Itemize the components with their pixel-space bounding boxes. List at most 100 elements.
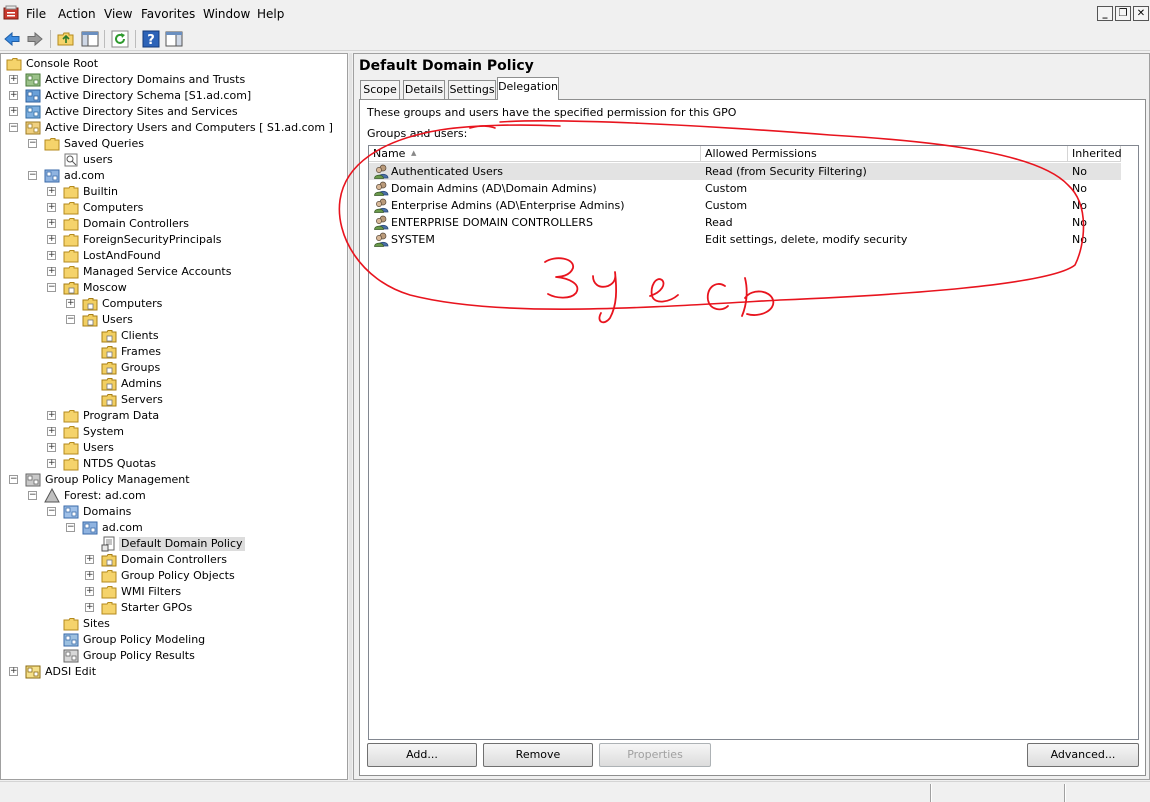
tree-node-sites[interactable]: Sites (1, 616, 341, 632)
permission-row[interactable]: SYSTEM Edit settings, delete, modify secu… (369, 231, 1121, 248)
menu-window[interactable]: Window (203, 7, 250, 21)
expand-icon[interactable]: + (9, 107, 18, 116)
tree-node-servers[interactable]: Servers (1, 392, 341, 408)
expand-icon[interactable]: + (47, 203, 56, 212)
close-button[interactable]: ✕ (1133, 6, 1149, 21)
tab-details[interactable]: Details (403, 80, 445, 99)
minimize-button[interactable]: _ (1097, 6, 1113, 21)
tree-node-managed-service-accounts[interactable]: + Managed Service Accounts (1, 264, 341, 280)
tree-node-ad-com[interactable]: − ad.com (1, 168, 341, 184)
refresh-icon[interactable] (111, 30, 129, 48)
collapse-icon[interactable]: − (28, 491, 37, 500)
tree-node-active-directory-sites-and-services[interactable]: + Active Directory Sites and Services (1, 104, 341, 120)
menu-file[interactable]: File (26, 7, 46, 21)
remove-button[interactable]: Remove (483, 743, 593, 767)
expand-icon[interactable]: + (47, 411, 56, 420)
column-header-name[interactable]: Name ▲ (369, 146, 701, 162)
tab-delegation[interactable]: Delegation (497, 77, 559, 100)
tree-node-active-directory-users-and-computers-s1-ad-com[interactable]: − Active Directory Users and Computers [ … (1, 120, 341, 136)
mmc-app-icon[interactable] (3, 5, 19, 21)
help-icon[interactable]: ? (142, 30, 160, 48)
collapse-icon[interactable]: − (66, 523, 75, 532)
tree-node-default-domain-policy[interactable]: Default Domain Policy (1, 536, 341, 552)
show-hide-tree-icon[interactable] (81, 30, 99, 48)
expand-icon[interactable]: + (85, 571, 94, 580)
collapse-icon[interactable]: − (9, 475, 18, 484)
tree-node-lostandfound[interactable]: + LostAndFound (1, 248, 341, 264)
tree-node-wmi-filters[interactable]: + WMI Filters (1, 584, 341, 600)
tree-node-users[interactable]: + Users (1, 440, 341, 456)
expand-icon[interactable]: + (47, 187, 56, 196)
tree-node-active-directory-schema-s1-ad-com[interactable]: + Active Directory Schema [S1.ad.com] (1, 88, 341, 104)
tree-node-group-policy-management[interactable]: − Group Policy Management (1, 472, 341, 488)
properties-button[interactable]: Properties (599, 743, 711, 767)
expand-icon[interactable]: + (9, 75, 18, 84)
permissions-list[interactable]: Name ▲ Allowed Permissions Inherited Aut… (368, 145, 1139, 740)
menu-favorites[interactable]: Favorites (141, 7, 195, 21)
menu-view[interactable]: View (104, 7, 132, 21)
tree-node-admins[interactable]: Admins (1, 376, 341, 392)
console-tree[interactable]: Console Root + Active Directory Domains an… (0, 53, 348, 780)
tree-node-group-policy-modeling[interactable]: Group Policy Modeling (1, 632, 341, 648)
collapse-icon[interactable]: − (28, 139, 37, 148)
tree-node-computers[interactable]: + Computers (1, 200, 341, 216)
collapse-icon[interactable]: − (47, 283, 56, 292)
tree-node-domain-controllers[interactable]: + Domain Controllers (1, 552, 341, 568)
tree-node-saved-queries[interactable]: − Saved Queries (1, 136, 341, 152)
collapse-icon[interactable]: − (9, 123, 18, 132)
collapse-icon[interactable]: − (47, 507, 56, 516)
expand-icon[interactable]: + (85, 555, 94, 564)
permission-row[interactable]: Authenticated Users Read (from Security F… (369, 163, 1121, 180)
tree-node-foreignsecurityprincipals[interactable]: + ForeignSecurityPrincipals (1, 232, 341, 248)
expand-icon[interactable]: + (9, 91, 18, 100)
tree-node-domain-controllers[interactable]: + Domain Controllers (1, 216, 341, 232)
expand-icon[interactable]: + (85, 603, 94, 612)
tree-node-frames[interactable]: Frames (1, 344, 341, 360)
expand-icon[interactable]: + (47, 251, 56, 260)
back-icon[interactable] (3, 30, 21, 48)
tree-node-starter-gpos[interactable]: + Starter GPOs (1, 600, 341, 616)
tree-node-users[interactable]: users (1, 152, 341, 168)
expand-icon[interactable]: + (47, 267, 56, 276)
tree-node-moscow[interactable]: − Moscow (1, 280, 341, 296)
up-folder-icon[interactable] (57, 30, 75, 48)
tree-node-ntds-quotas[interactable]: + NTDS Quotas (1, 456, 341, 472)
tab-settings[interactable]: Settings (448, 80, 496, 99)
expand-icon[interactable]: + (85, 587, 94, 596)
tree-node-computers[interactable]: + Computers (1, 296, 341, 312)
menu-action[interactable]: Action (58, 7, 96, 21)
expand-icon[interactable]: + (66, 299, 75, 308)
collapse-icon[interactable]: − (28, 171, 37, 180)
action-pane-icon[interactable] (165, 30, 183, 48)
add-button[interactable]: Add... (367, 743, 477, 767)
tree-node-active-directory-domains-and-trusts[interactable]: + Active Directory Domains and Trusts (1, 72, 341, 88)
menu-help[interactable]: Help (257, 7, 284, 21)
expand-icon[interactable]: + (47, 459, 56, 468)
collapse-icon[interactable]: − (66, 315, 75, 324)
forward-icon[interactable] (26, 30, 44, 48)
tree-node-system[interactable]: + System (1, 424, 341, 440)
tree-node-builtin[interactable]: + Builtin (1, 184, 341, 200)
expand-icon[interactable]: + (47, 219, 56, 228)
restore-button[interactable]: ❐ (1115, 6, 1131, 21)
tree-node-clients[interactable]: Clients (1, 328, 341, 344)
permission-row[interactable]: Domain Admins (AD\Domain Admins) Custom No (369, 180, 1121, 197)
column-header-allowed-permissions[interactable]: Allowed Permissions (701, 146, 1068, 162)
column-header-inherited[interactable]: Inherited (1068, 146, 1122, 162)
advanced-button[interactable]: Advanced... (1027, 743, 1139, 767)
tab-scope[interactable]: Scope (360, 80, 400, 99)
pane-splitter[interactable] (349, 53, 352, 780)
tree-node-program-data[interactable]: + Program Data (1, 408, 341, 424)
tree-node-forest-ad-com[interactable]: − Forest: ad.com (1, 488, 341, 504)
tree-node-group-policy-results[interactable]: Group Policy Results (1, 648, 341, 664)
tree-node-console-root[interactable]: Console Root (1, 56, 341, 72)
expand-icon[interactable]: + (47, 443, 56, 452)
expand-icon[interactable]: + (47, 427, 56, 436)
permission-row[interactable]: Enterprise Admins (AD\Enterprise Admins)… (369, 197, 1121, 214)
tree-node-groups[interactable]: Groups (1, 360, 341, 376)
expand-icon[interactable]: + (9, 667, 18, 676)
tree-node-domains[interactable]: − Domains (1, 504, 341, 520)
tree-node-group-policy-objects[interactable]: + Group Policy Objects (1, 568, 341, 584)
expand-icon[interactable]: + (47, 235, 56, 244)
tree-node-ad-com[interactable]: − ad.com (1, 520, 341, 536)
